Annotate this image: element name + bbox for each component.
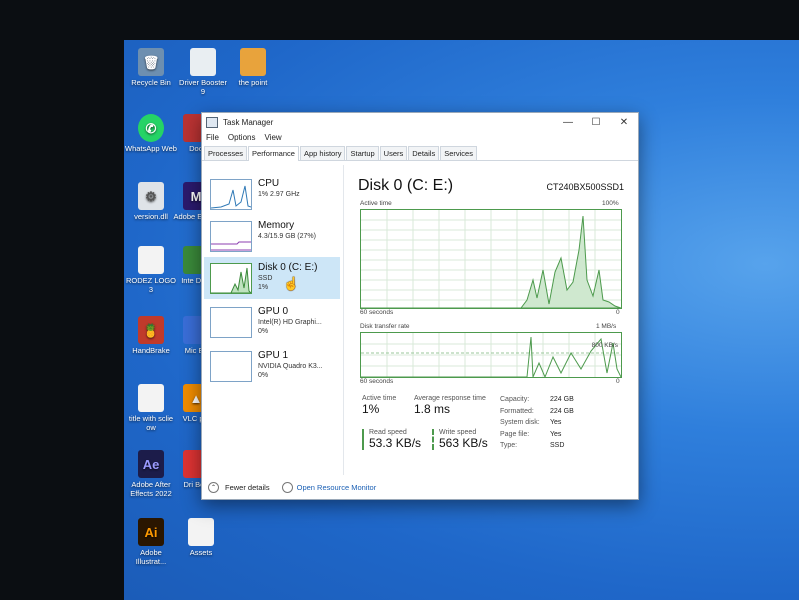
sidebar-divider: [343, 165, 344, 475]
hand-pointer-icon: ☝: [283, 276, 300, 291]
active-time-stat: Active time 1%: [362, 395, 397, 416]
tab-processes[interactable]: Processes: [204, 146, 248, 160]
transfer-rate-max: 1 MB/s: [596, 323, 617, 330]
desktop-icon-recycle-bin[interactable]: 🗑 Recycle Bin: [124, 48, 178, 87]
cpu-mini-graph: [210, 179, 252, 210]
sidebar-item-gpu0[interactable]: GPU 0 Intel(R) HD Graphi... 0%: [204, 301, 340, 343]
after-effects-icon: Ae: [138, 450, 164, 478]
disk-title: Disk 0 (C: E:): [358, 177, 454, 194]
read-speed-value: 53.3 KB/s: [369, 436, 422, 450]
window-title: Task Manager: [223, 117, 274, 127]
memory-mini-graph: [210, 221, 252, 252]
transfer-rate-min: 0: [616, 378, 620, 385]
desktop-icon-illustrator[interactable]: Ai Adobe Illustrat...: [124, 518, 178, 566]
transfer-rate-chart: 800 KB/s: [360, 332, 622, 379]
desktop-icon-the-point[interactable]: the point: [226, 48, 280, 87]
recycle-bin-icon: 🗑: [138, 48, 164, 76]
fewer-details-link[interactable]: Fewer details: [225, 483, 270, 492]
active-time-label: Active time: [360, 200, 392, 207]
active-time-min: 0: [616, 309, 620, 316]
close-button[interactable]: ✕: [610, 113, 638, 131]
avg-response-stat: Average response time 1.8 ms: [414, 395, 486, 416]
image-file-icon: [138, 246, 164, 274]
window-footer: ⌃ Fewer details Open Resource Monitor: [208, 482, 376, 493]
resource-monitor-icon: [281, 482, 293, 493]
tab-users[interactable]: Users: [379, 146, 408, 160]
active-time-x-label: 60 seconds: [360, 309, 394, 316]
avg-response-value: 1.8 ms: [414, 402, 451, 416]
desktop-icon-driver-booster[interactable]: Driver Booster 9: [176, 48, 230, 96]
document-icon: [188, 518, 214, 546]
sidebar-item-memory[interactable]: Memory 4.3/15.9 GB (27%): [204, 215, 340, 257]
tab-startup[interactable]: Startup: [346, 146, 379, 160]
transfer-rate-mid: 800 KB/s: [591, 342, 618, 349]
tab-app-history[interactable]: App history: [299, 146, 346, 160]
minimize-button[interactable]: —: [554, 113, 582, 131]
folder-icon: [240, 48, 266, 76]
disk-mini-graph: [210, 263, 252, 294]
tab-bar: Processes Performance App history Startu…: [202, 144, 638, 161]
transfer-rate-label: Disk transfer rate: [360, 323, 410, 330]
active-time-chart: [360, 209, 622, 309]
menu-view[interactable]: View: [264, 133, 281, 142]
write-speed-value: 563 KB/s: [439, 436, 488, 450]
read-speed-stat: Read speed 53.3 KB/s: [362, 429, 421, 450]
illustrator-icon: Ai: [138, 518, 164, 546]
tab-performance[interactable]: Performance: [248, 146, 299, 161]
task-manager-icon: [206, 116, 218, 128]
chevron-up-icon[interactable]: ⌃: [208, 482, 219, 493]
disk-properties: Capacity: 224 GB Formatted: 224 GB System …: [500, 396, 574, 449]
open-resource-monitor-link[interactable]: Open Resource Monitor: [297, 483, 377, 492]
handbrake-icon: 🍍: [138, 316, 164, 344]
menu-file[interactable]: File: [206, 133, 219, 142]
gpu1-mini-graph: [210, 351, 252, 382]
desktop-icon-assets[interactable]: Assets: [174, 518, 228, 557]
transfer-rate-x-label: 60 seconds: [360, 378, 394, 385]
active-time-value: 1%: [362, 402, 380, 416]
gpu0-mini-graph: [210, 307, 252, 338]
maximize-button[interactable]: ☐: [582, 113, 610, 131]
write-speed-stat: Write speed 563 KB/s: [432, 429, 488, 450]
document-icon: [190, 48, 216, 76]
menu-bar: File Options View: [202, 131, 638, 144]
sidebar-item-gpu1[interactable]: GPU 1 NVIDIA Quadro K3... 0%: [204, 345, 340, 387]
task-manager-window: Task Manager — ☐ ✕ File Options View Pro…: [201, 112, 639, 500]
tab-details[interactable]: Details: [408, 146, 440, 160]
active-time-max: 100%: [602, 200, 619, 207]
sidebar-item-disk0[interactable]: Disk 0 (C: E:) SSD 1%: [204, 257, 340, 299]
gear-icon: ⚙: [138, 182, 164, 210]
sidebar-item-cpu[interactable]: CPU 1% 2.97 GHz: [204, 173, 340, 215]
performance-sidebar: CPU 1% 2.97 GHz Memory 4.3/15.9 GB (27%)…: [204, 163, 342, 478]
menu-options[interactable]: Options: [228, 133, 256, 142]
disk-model: CT240BX500SSD1: [546, 182, 624, 192]
whatsapp-icon: ✆: [138, 114, 164, 142]
title-bar[interactable]: Task Manager — ☐ ✕: [202, 113, 638, 131]
tab-services[interactable]: Services: [440, 146, 477, 160]
video-file-icon: [138, 384, 164, 412]
